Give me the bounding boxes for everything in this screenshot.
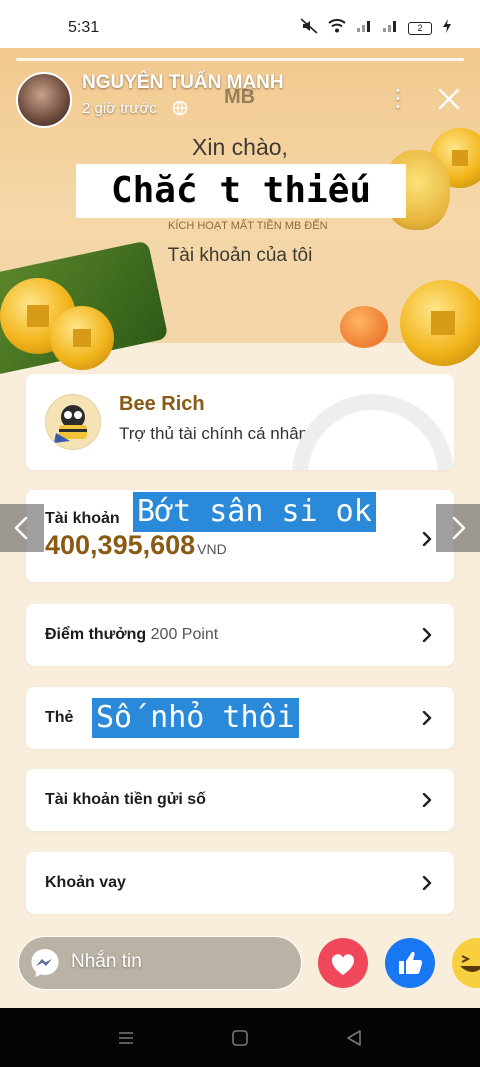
chevron-left-icon <box>14 516 28 540</box>
heart-icon <box>331 954 355 975</box>
savings-card[interactable]: Tài khoản tiền gửi số <box>26 769 454 831</box>
points-value: 200 Point <box>150 626 219 643</box>
bee-rich-subtitle: Trợ thủ tài chính cá nhân <box>119 424 309 443</box>
mute-icon <box>300 18 318 38</box>
savings-label: Tài khoản tiền gửi số <box>45 791 206 808</box>
app-header-banner: NGUYÊN TUẤN MẠNH 2 giờ trước MB ⋮ Xin ch… <box>0 48 480 376</box>
reply-bar: Nhắn tin <box>0 916 480 1008</box>
story-caption-middle: Bớt sân si ok <box>133 492 376 532</box>
laugh-emoji-icon <box>460 955 480 972</box>
message-input[interactable]: Nhắn tin <box>18 936 302 990</box>
story-progress-bar <box>16 58 464 61</box>
battery-icon: 2 <box>408 21 432 35</box>
balance-currency: VND <box>197 541 227 557</box>
heart-reaction-button[interactable] <box>318 938 368 988</box>
promo-line: KÍCH HOẠT MẤT TIỀN MB ĐẾN <box>168 220 328 232</box>
next-story-button[interactable] <box>436 504 480 552</box>
story-caption-bottom: Số nhỏ thôi <box>92 698 299 738</box>
menu-icon[interactable] <box>114 1026 138 1050</box>
chevron-right-icon <box>422 532 432 546</box>
more-vertical-icon[interactable]: ⋮ <box>386 86 410 110</box>
orange-decoration <box>340 306 388 348</box>
greeting-text: Xin chào, <box>192 134 288 160</box>
points-label: Điểm thưởng 200 Point <box>45 626 218 644</box>
brand-logo: MB <box>224 86 256 108</box>
chevron-right-icon <box>422 711 432 725</box>
balance-amount: 400,395,608 <box>45 530 196 560</box>
loan-label: Khoản vay <box>45 874 126 891</box>
story-viewer: NGUYÊN TUẤN MẠNH 2 giờ trước MB ⋮ Xin ch… <box>0 48 480 1008</box>
message-placeholder: Nhắn tin <box>71 951 142 972</box>
signal-icon <box>356 19 372 37</box>
story-caption-top: Chắc t thiếu <box>76 164 406 218</box>
messenger-icon <box>31 949 59 977</box>
previous-story-button[interactable] <box>0 504 44 552</box>
status-icons: 2 <box>300 18 452 38</box>
chevron-right-icon <box>452 516 466 540</box>
wifi-icon <box>328 19 346 37</box>
coin-decoration <box>400 280 480 366</box>
chevron-right-icon <box>422 793 432 807</box>
points-label-text: Điểm thưởng <box>45 626 147 643</box>
bee-rich-card[interactable]: Bee Rich Trợ thủ tài chính cá nhân <box>26 374 454 470</box>
ring-decoration <box>292 394 454 470</box>
back-icon[interactable] <box>342 1026 366 1050</box>
account-balance: 400,395,608 VND <box>45 530 227 561</box>
story-time: 2 giờ trước <box>82 100 157 117</box>
like-reaction-button[interactable] <box>385 938 435 988</box>
status-time: 5:31 <box>68 19 100 36</box>
close-icon[interactable] <box>436 86 462 112</box>
charging-icon <box>442 19 452 37</box>
loan-card[interactable]: Khoản vay <box>26 852 454 914</box>
status-bar: 5:31 2 <box>0 0 480 48</box>
chevron-right-icon <box>422 628 432 642</box>
bee-rich-avatar <box>45 394 101 450</box>
home-icon[interactable] <box>228 1026 252 1050</box>
system-nav-bar <box>0 1008 480 1067</box>
coin-decoration <box>50 306 114 370</box>
laugh-reaction-button[interactable] <box>452 938 480 988</box>
signal-icon-2 <box>382 19 398 37</box>
bee-rich-title: Bee Rich <box>119 393 205 415</box>
thumbs-up-icon <box>399 951 423 974</box>
card-label: Thẻ <box>45 709 74 726</box>
chevron-right-icon <box>422 876 432 890</box>
avatar[interactable] <box>16 72 72 128</box>
section-title: Tài khoản của tôi <box>167 245 313 266</box>
globe-icon <box>172 100 188 116</box>
account-label: Tài khoản <box>45 510 120 527</box>
points-card[interactable]: Điểm thưởng 200 Point <box>26 604 454 666</box>
